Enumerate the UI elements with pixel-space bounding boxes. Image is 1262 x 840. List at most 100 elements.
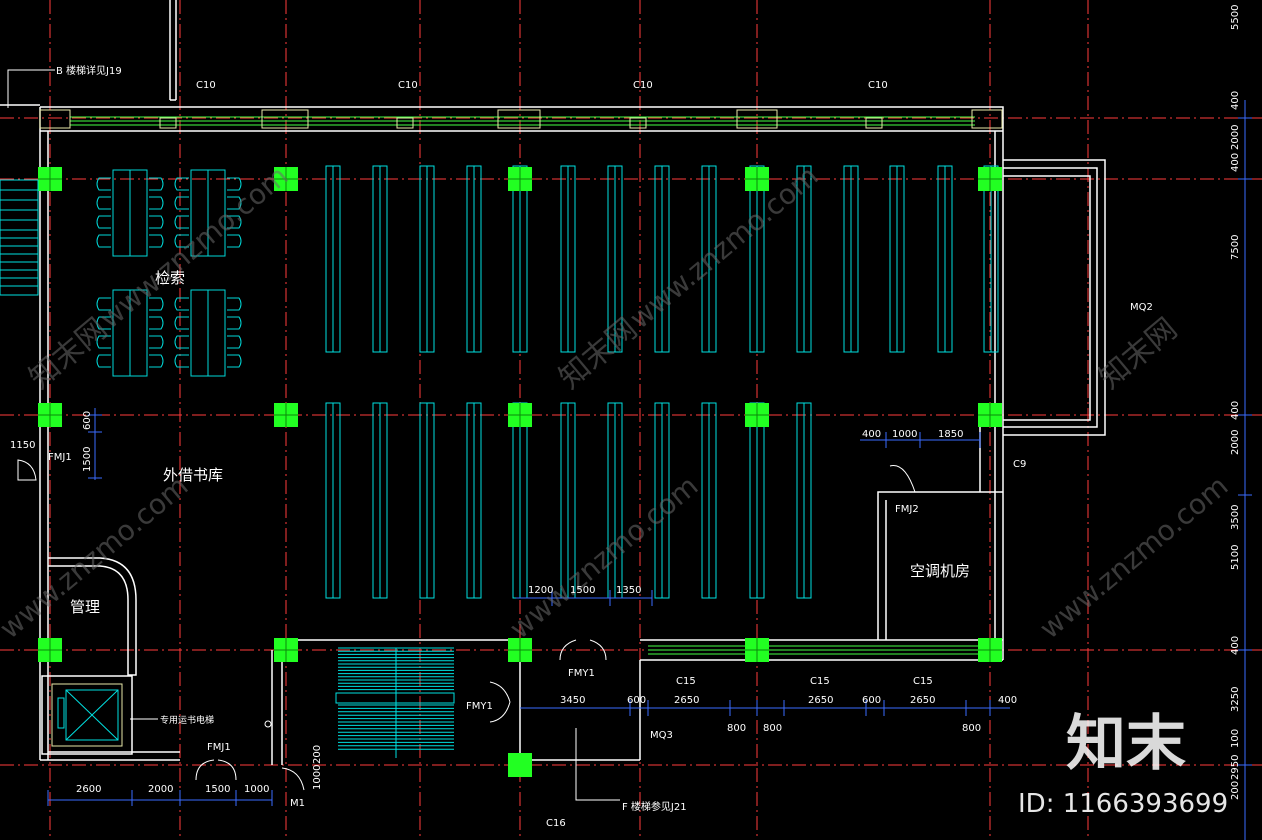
door-label-m1: M1 (290, 798, 305, 809)
dim-right-3: 400 (1230, 153, 1241, 172)
shelf-lower-3 (419, 402, 435, 599)
window-label-c16: C16 (546, 818, 566, 829)
dim-right-4: 7500 (1230, 235, 1241, 260)
watermark-site-cn-2: 知末网 (553, 311, 644, 396)
chair (149, 234, 164, 248)
dim-right-2: 2000 (1230, 125, 1241, 150)
dim-lower-4: 2650 (808, 695, 833, 706)
shelf-lower-11 (796, 402, 812, 599)
chair (174, 316, 189, 330)
chair (174, 215, 189, 229)
dim-lower-6: 2650 (910, 695, 935, 706)
column-10 (978, 403, 1002, 427)
dim-right-13: 5500 (1230, 5, 1241, 30)
room-label-management: 管理 (70, 598, 100, 616)
watermark-site-1: www.znzmo.com (93, 159, 294, 335)
shelf-lower-4 (466, 402, 482, 599)
column-12 (274, 638, 298, 662)
chair (174, 297, 189, 311)
elevator-shaft (41, 675, 133, 755)
chair (96, 177, 111, 191)
shelf-upper-1 (325, 165, 341, 353)
watermark-diagonal: 知末网 www.znzmo.com 知末网 www.znzmo.com www.… (0, 159, 1234, 645)
chair (227, 316, 242, 330)
shelf-upper-6 (560, 165, 576, 353)
dim-left-2: 1500 (82, 447, 93, 472)
window-label-c15-2: C15 (810, 676, 830, 687)
shelf-lower-10 (749, 402, 765, 599)
curtain-label-mq3: MQ3 (650, 730, 673, 741)
dim-right-8: 5100 (1230, 545, 1241, 570)
notes: B 楼梯详见J19 F 楼梯参见J21 (56, 64, 687, 813)
door-label-fmj1-bottom: FMJ1 (207, 742, 231, 753)
window-label-c15-3: C15 (913, 676, 933, 687)
chair (96, 196, 111, 210)
window-label-c15-1: C15 (676, 676, 696, 687)
bottom-windows (648, 645, 990, 655)
chair (149, 354, 164, 368)
dim-bottom-2: 2000 (148, 784, 173, 795)
door-label-fmj1-left: FMJ1 (48, 452, 72, 463)
dim-right-11: 100 (1230, 729, 1241, 748)
dim-lower-5: 600 (862, 695, 881, 706)
room-label-elevator: 专用运书电梯 (160, 714, 214, 726)
room-label-lending-stack: 外借书库 (163, 466, 223, 484)
dim-lower2-2: 800 (763, 723, 782, 734)
right-dimension-labels: 400 2000 400 7500 2000 400 3500 5100 400 3250 100 2… (1230, 5, 1241, 800)
shelf-upper-4 (466, 165, 482, 353)
room-label-index: 检索 (155, 269, 185, 287)
dim-lower-2: 600 (627, 695, 646, 706)
chair (227, 297, 242, 311)
chair (174, 177, 189, 191)
shelf-lower-2 (372, 402, 388, 599)
shelf-upper-5 (512, 165, 528, 353)
reading-table-4 (174, 289, 242, 377)
column-9 (745, 403, 769, 427)
chair (227, 335, 242, 349)
shelf-upper-15 (983, 165, 999, 353)
brand-watermark: 知末 ID: 1166393699 (1018, 709, 1228, 819)
column-1 (38, 167, 62, 191)
column-6 (38, 403, 62, 427)
window-label-c10-4: C10 (868, 80, 888, 91)
column-11 (38, 638, 62, 662)
dim-bottom-1: 2600 (76, 784, 101, 795)
watermark-id: ID: 1166393699 (1018, 789, 1228, 819)
dim-ac-1: 400 (862, 429, 881, 440)
shelf-upper-14 (937, 165, 953, 353)
dim-left-3: 600 (82, 411, 93, 430)
chair (149, 335, 164, 349)
dim-ac-2: 1000 (892, 429, 917, 440)
dim-right-1: 400 (1230, 91, 1241, 110)
dim-right-7: 3500 (1230, 505, 1241, 530)
dim-mid-2: 1500 (570, 585, 595, 596)
dim-right-5: 2000 (1230, 430, 1241, 455)
dim-ac-3: 1850 (938, 429, 963, 440)
column-16 (508, 753, 532, 777)
column-4 (745, 167, 769, 191)
dim-lower-3: 2650 (674, 695, 699, 706)
dim-left-1: 1150 (10, 440, 35, 451)
dim-bottom-4: 1000 (244, 784, 269, 795)
chair (96, 215, 111, 229)
chair (174, 335, 189, 349)
chair (96, 234, 111, 248)
column-5 (978, 167, 1002, 191)
shelf-upper-3 (419, 165, 435, 353)
dim-right-10: 3250 (1230, 687, 1241, 712)
dim-bottom-small-2: 200 (312, 745, 323, 764)
room-label-ac-room: 空调机房 (910, 562, 970, 580)
column-3 (508, 167, 532, 191)
door-label-fmj2: FMJ2 (895, 504, 919, 515)
window-label-c10-3: C10 (633, 80, 653, 91)
shelf-lower-5 (512, 402, 528, 599)
shelf-lower-1 (325, 402, 341, 599)
window-label-c9: C9 (1013, 459, 1026, 470)
shelf-upper-2 (372, 165, 388, 353)
chair (96, 354, 111, 368)
chair (149, 316, 164, 330)
note-stair-f: F 楼梯参见J21 (622, 800, 687, 813)
column-15 (978, 638, 1002, 662)
dim-bottom-3: 1500 (205, 784, 230, 795)
dim-bottom-small-1: 1000 (312, 765, 323, 790)
